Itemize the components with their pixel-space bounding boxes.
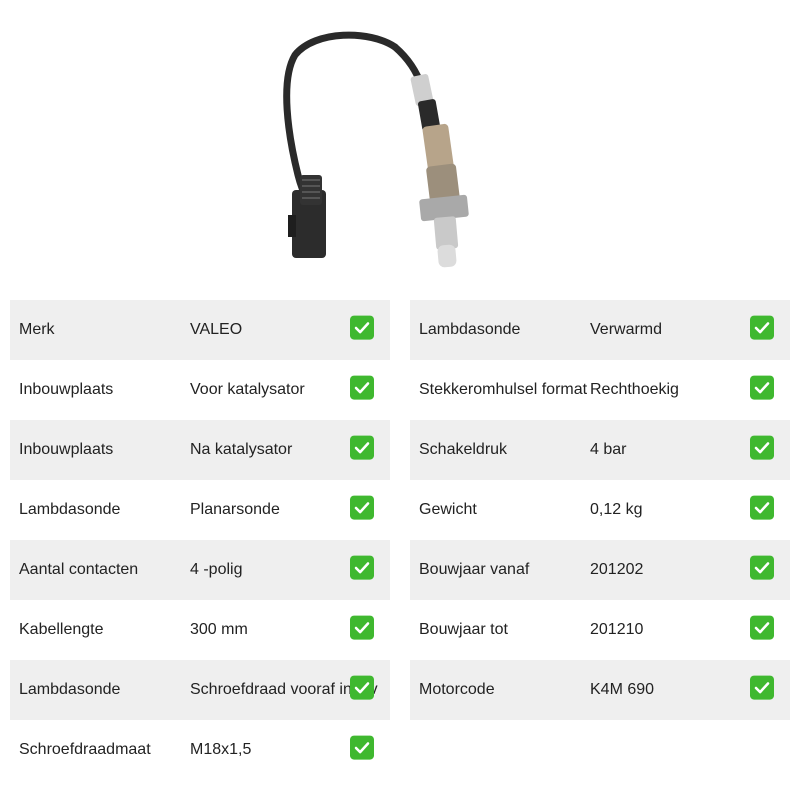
spec-row: Kabellengte 300 mm	[10, 600, 390, 660]
check-icon	[750, 495, 774, 520]
check-icon	[350, 675, 374, 700]
spec-row: Merk VALEO	[10, 300, 390, 360]
spec-row: Inbouwplaats Na katalysator	[10, 420, 390, 480]
spec-row: Bouwjaar vanaf 201202	[410, 540, 790, 600]
spec-label: Bouwjaar vanaf	[419, 561, 530, 578]
check-icon	[750, 615, 774, 640]
spec-value: VALEO	[190, 321, 243, 338]
spec-row: Bouwjaar tot 201210	[410, 600, 790, 660]
spec-value: K4M 690	[590, 681, 655, 698]
spec-label: Merk	[19, 321, 55, 338]
spec-label: Kabellengte	[19, 621, 104, 638]
spec-row: Stekkeromhulsel format Rechthoekig	[410, 360, 790, 420]
spec-value: 4 bar	[590, 441, 627, 458]
spec-label: Lambdasonde	[19, 501, 121, 518]
spec-row: Gewicht 0,12 kg	[410, 480, 790, 540]
spec-value: Na katalysator	[190, 441, 293, 458]
spec-label: Inbouwplaats	[19, 441, 114, 458]
spec-label: Lambdasonde	[19, 681, 121, 698]
product-image	[270, 25, 500, 280]
spec-value: 201210	[590, 621, 644, 638]
spec-value: 300 mm	[190, 621, 248, 638]
check-icon	[350, 615, 374, 640]
spec-label: Schroefdraadmaat	[19, 741, 151, 758]
spec-label: Lambdasonde	[419, 321, 521, 338]
check-icon	[750, 555, 774, 580]
spec-row: Motorcode K4M 690	[410, 660, 790, 720]
check-icon	[350, 435, 374, 460]
spec-value: 201202	[590, 561, 644, 578]
spec-row: Lambdasonde Planarsonde	[10, 480, 390, 540]
check-icon	[350, 495, 374, 520]
spec-value: Verwarmd	[590, 321, 663, 338]
spec-value: 4 -polig	[190, 561, 243, 578]
check-icon	[750, 435, 774, 460]
spec-row: Aantal contacten 4 -polig	[10, 540, 390, 600]
spec-label: Inbouwplaats	[19, 381, 114, 398]
spec-value: Voor katalysator	[190, 381, 305, 398]
spec-value: Planarsonde	[190, 501, 280, 518]
spec-row: Lambdasonde Schroefdraad vooraf ingev	[10, 660, 390, 720]
spec-label: Bouwjaar tot	[419, 621, 508, 638]
lambda-sensor-illustration	[283, 31, 469, 268]
spec-value: Rechthoekig	[590, 381, 679, 398]
spec-label: Schakeldruk	[419, 441, 508, 458]
check-icon	[350, 315, 374, 340]
spec-table-left: Merk VALEO Inbouwplaats Voor katalysator…	[10, 300, 390, 780]
spec-value: 0,12 kg	[590, 501, 643, 518]
check-icon	[750, 315, 774, 340]
spec-label: Gewicht	[419, 501, 477, 518]
spec-label: Motorcode	[419, 681, 495, 698]
spec-value: M18x1,5	[190, 741, 252, 758]
check-icon	[750, 675, 774, 700]
spec-table-right: Lambdasonde Verwarmd Stekkeromhulsel for…	[410, 300, 790, 720]
spec-label: Stekkeromhulsel format	[419, 381, 588, 398]
spec-row: Inbouwplaats Voor katalysator	[10, 360, 390, 420]
spec-row: Schakeldruk 4 bar	[410, 420, 790, 480]
check-icon	[350, 735, 374, 760]
check-icon	[750, 375, 774, 400]
check-icon	[350, 375, 374, 400]
spec-label: Aantal contacten	[19, 561, 139, 578]
check-icon	[350, 555, 374, 580]
spec-row: Schroefdraadmaat M18x1,5	[10, 720, 390, 780]
spec-row: Lambdasonde Verwarmd	[410, 300, 790, 360]
